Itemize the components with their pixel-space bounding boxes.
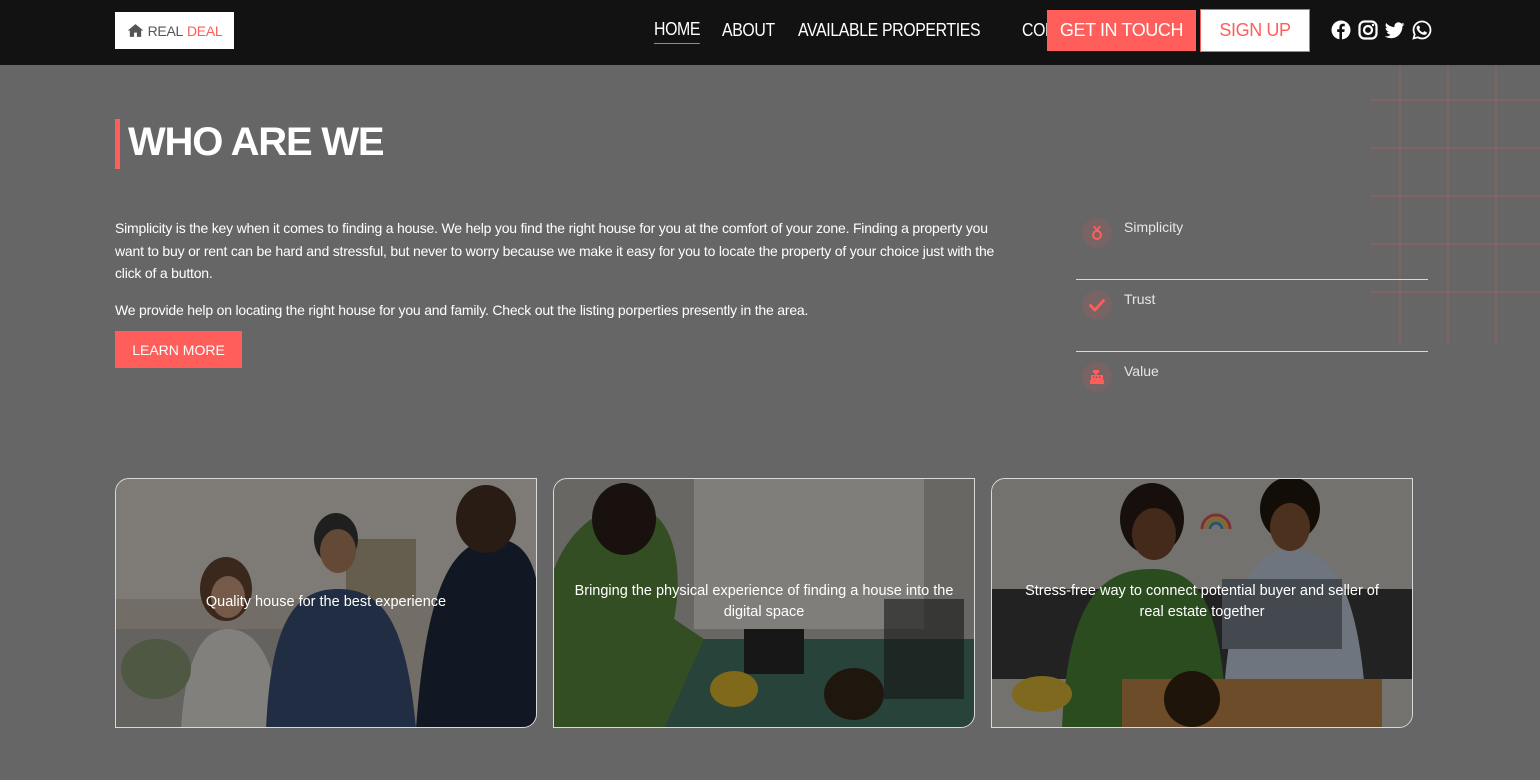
sign-up-button[interactable]: SIGN UP: [1200, 9, 1310, 52]
card-3-caption: Stress-free way to connect potential buy…: [1025, 583, 1379, 620]
value-label-simplicity: Simplicity: [1124, 219, 1184, 235]
feature-card-2[interactable]: Bringing the physical experience of find…: [553, 478, 975, 728]
card-1-caption: Quality house for the best experience: [205, 593, 447, 610]
brand-logo[interactable]: REAL DEAL: [115, 12, 234, 49]
section-title: WHO ARE WE: [128, 120, 385, 164]
social-links: [1331, 20, 1432, 40]
values-list: Simplicity Trust Value: [1076, 208, 1428, 424]
feature-card-1[interactable]: Quality house for the best experience: [115, 478, 537, 728]
cash-register-icon: [1082, 362, 1112, 392]
value-item-trust: Trust: [1076, 280, 1428, 352]
navbar: REAL DEAL HOME ABOUT AVAILABLE PROPERTIE…: [0, 0, 1540, 65]
brand-name-part1: REAL: [147, 22, 184, 39]
nav-about[interactable]: ABOUT: [722, 20, 775, 44]
whatsapp-icon[interactable]: [1412, 20, 1432, 40]
twitter-icon[interactable]: [1385, 20, 1405, 40]
nav-available-properties[interactable]: AVAILABLE PROPERTIES: [798, 20, 981, 44]
instagram-icon[interactable]: [1358, 20, 1378, 40]
value-label-value: Value: [1124, 363, 1159, 379]
home-icon: [127, 24, 143, 37]
about-paragraph-1: Simplicity is the key when it comes to f…: [115, 220, 995, 281]
about-paragraph-2: We provide help on locating the right ho…: [115, 302, 809, 318]
brand-name-part2: DEAL: [187, 22, 223, 39]
facebook-icon[interactable]: [1331, 20, 1351, 40]
check-icon: [1082, 290, 1112, 320]
value-label-trust: Trust: [1124, 291, 1156, 307]
value-item-value: Value: [1076, 352, 1428, 424]
learn-more-button[interactable]: LEARN MORE: [115, 331, 242, 368]
feature-card-3[interactable]: Stress-free way to connect potential buy…: [991, 478, 1413, 728]
value-item-simplicity: Simplicity: [1076, 208, 1428, 280]
get-in-touch-button[interactable]: GET IN TOUCH: [1047, 10, 1196, 51]
medal-icon: [1082, 218, 1112, 248]
nav-home[interactable]: HOME: [654, 19, 700, 44]
card-2-caption: Bringing the physical experience of find…: [574, 583, 954, 620]
title-accent-bar: [115, 119, 120, 169]
